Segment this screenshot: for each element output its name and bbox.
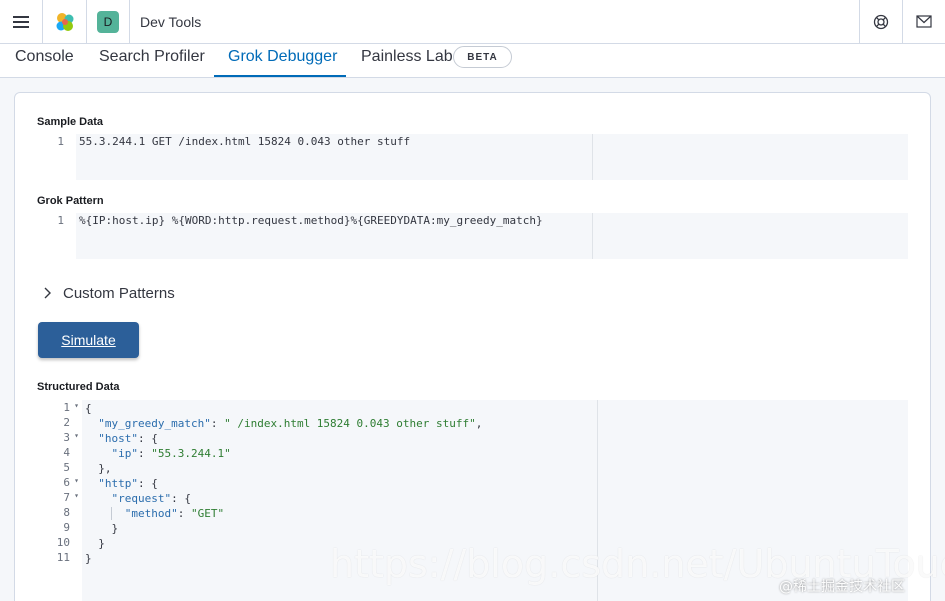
home-link[interactable] — [43, 0, 87, 44]
line-number: 1 — [57, 214, 64, 227]
tab-grok-debugger[interactable]: Grok Debugger — [228, 44, 337, 78]
space-selector[interactable]: D — [87, 0, 130, 44]
line-number: 1 — [57, 135, 64, 148]
sample-data-text: 55.3.244.1 GET /index.html 15824 0.043 o… — [79, 135, 411, 148]
code-line: } — [85, 552, 92, 565]
line-number: 5 — [63, 461, 70, 474]
indent-guide — [111, 507, 112, 520]
line-number: 9 — [63, 521, 70, 534]
code-line: "host": { — [98, 432, 158, 445]
page-title: Dev Tools — [140, 13, 202, 30]
grok-pattern-editor[interactable]: 1 %{IP:host.ip} %{WORD:http.request.meth… — [37, 213, 908, 259]
space-avatar: D — [97, 10, 119, 33]
simulate-button[interactable]: Simulate — [38, 322, 139, 358]
mail-icon — [916, 15, 932, 28]
code-line: "method": "GET" — [124, 507, 225, 520]
line-number: 1 — [63, 401, 70, 414]
line-number: 7 — [63, 491, 70, 504]
help-button[interactable] — [859, 0, 902, 44]
code-line: } — [85, 522, 119, 535]
menu-icon — [13, 15, 29, 28]
code-line: "http": { — [98, 477, 158, 490]
news-button[interactable] — [902, 0, 945, 44]
sample-data-editor[interactable]: 1 55.3.244.1 GET /index.html 15824 0.043… — [37, 134, 908, 180]
help-icon — [873, 14, 889, 29]
grok-pattern-label: Grok Pattern — [37, 195, 104, 207]
top-header: D Dev Tools — [0, 0, 945, 44]
fold-toggle-icon[interactable]: ▾ — [71, 431, 79, 440]
line-number: 11 — [56, 551, 70, 564]
beta-badge: BETA — [453, 46, 512, 68]
tab-painless-lab[interactable]: Painless Lab — [361, 44, 453, 78]
tab-console[interactable]: Console — [15, 44, 74, 78]
code-line: { — [85, 402, 92, 415]
code-line: "ip": "55.3.244.1" — [111, 447, 231, 460]
elastic-logo-icon — [56, 12, 73, 31]
line-number: 8 — [63, 506, 70, 519]
custom-patterns-toggle[interactable]: Custom Patterns — [42, 283, 175, 303]
menu-button[interactable] — [0, 0, 43, 44]
fold-toggle-icon[interactable]: ▾ — [71, 476, 79, 485]
line-number: 2 — [63, 416, 70, 429]
print-margin — [592, 213, 593, 259]
watermark-source: @稀土掘金技术社区 — [779, 579, 905, 595]
chevron-right-icon — [44, 287, 51, 299]
line-number: 6 — [63, 476, 70, 489]
line-number: 10 — [56, 536, 70, 549]
structured-data-label: Structured Data — [37, 381, 120, 393]
line-number: 3 — [63, 431, 70, 444]
grok-pattern-text: %{IP:host.ip} %{WORD:http.request.method… — [79, 214, 543, 227]
code-line: } — [85, 537, 105, 550]
fold-toggle-icon[interactable]: ▾ — [71, 401, 79, 410]
grok-debugger-panel: Sample Data 1 55.3.244.1 GET /index.html… — [14, 92, 931, 601]
code-line: "request": { — [111, 492, 191, 505]
active-tab-indicator — [214, 75, 346, 77]
print-margin — [592, 134, 593, 180]
code-line: }, — [85, 462, 112, 475]
line-number: 4 — [63, 446, 70, 459]
code-line: "my_greedy_match": " /index.html 15824 0… — [98, 417, 483, 430]
fold-toggle-icon[interactable]: ▾ — [71, 491, 79, 500]
custom-patterns-label: Custom Patterns — [63, 284, 175, 302]
sample-data-label: Sample Data — [37, 116, 104, 128]
tab-search-profiler[interactable]: Search Profiler — [99, 44, 205, 78]
